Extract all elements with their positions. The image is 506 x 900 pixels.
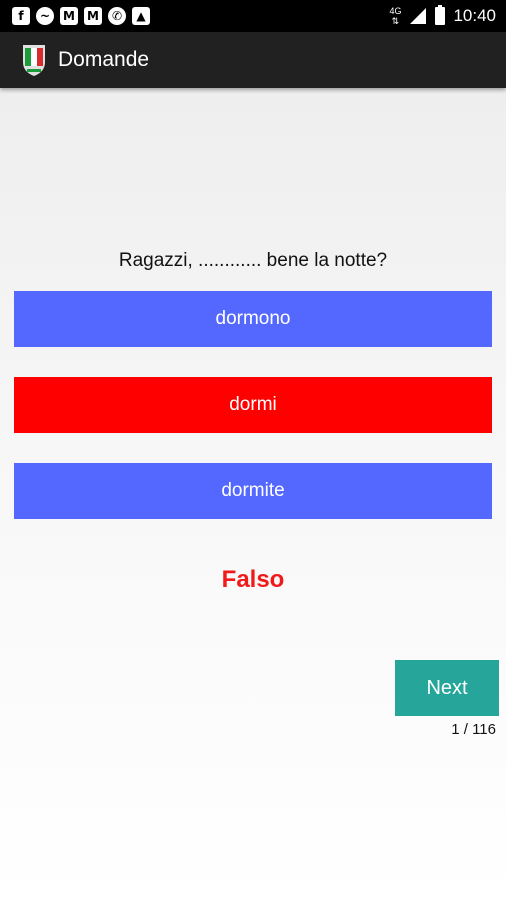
- next-button[interactable]: Next: [395, 660, 499, 716]
- answer-button-1[interactable]: dormono: [14, 291, 492, 347]
- network-type-label: 4G ⇅: [389, 6, 402, 26]
- image-icon: ▲: [132, 7, 150, 25]
- progress-counter: 1 / 116: [451, 721, 496, 738]
- messenger-icon: ~: [36, 7, 54, 25]
- result-text: Falso: [221, 566, 285, 593]
- answer-button-2[interactable]: dormi: [14, 377, 492, 433]
- question-text: Ragazzi, ............ bene la notte?: [118, 250, 388, 271]
- answer-button-3[interactable]: dormite: [14, 463, 492, 519]
- gmail-icon: M: [60, 7, 78, 25]
- app-bar: Domande: [0, 32, 506, 88]
- whatsapp-icon: ✆: [108, 7, 126, 25]
- facebook-icon: f: [12, 7, 30, 25]
- clock: 10:40: [453, 6, 496, 25]
- status-bar: f ~ M M ✆ ▲ 4G ⇅ 10:40: [0, 0, 506, 32]
- battery-icon: [435, 5, 446, 25]
- signal-icon: [410, 8, 427, 24]
- app-title: Domande: [58, 48, 150, 71]
- notification-icons: f ~ M M ✆ ▲: [12, 7, 150, 25]
- system-status: 4G ⇅ 10:40: [389, 0, 496, 32]
- italy-flag-shield-icon: [23, 45, 45, 76]
- gmail-icon: M: [84, 7, 102, 25]
